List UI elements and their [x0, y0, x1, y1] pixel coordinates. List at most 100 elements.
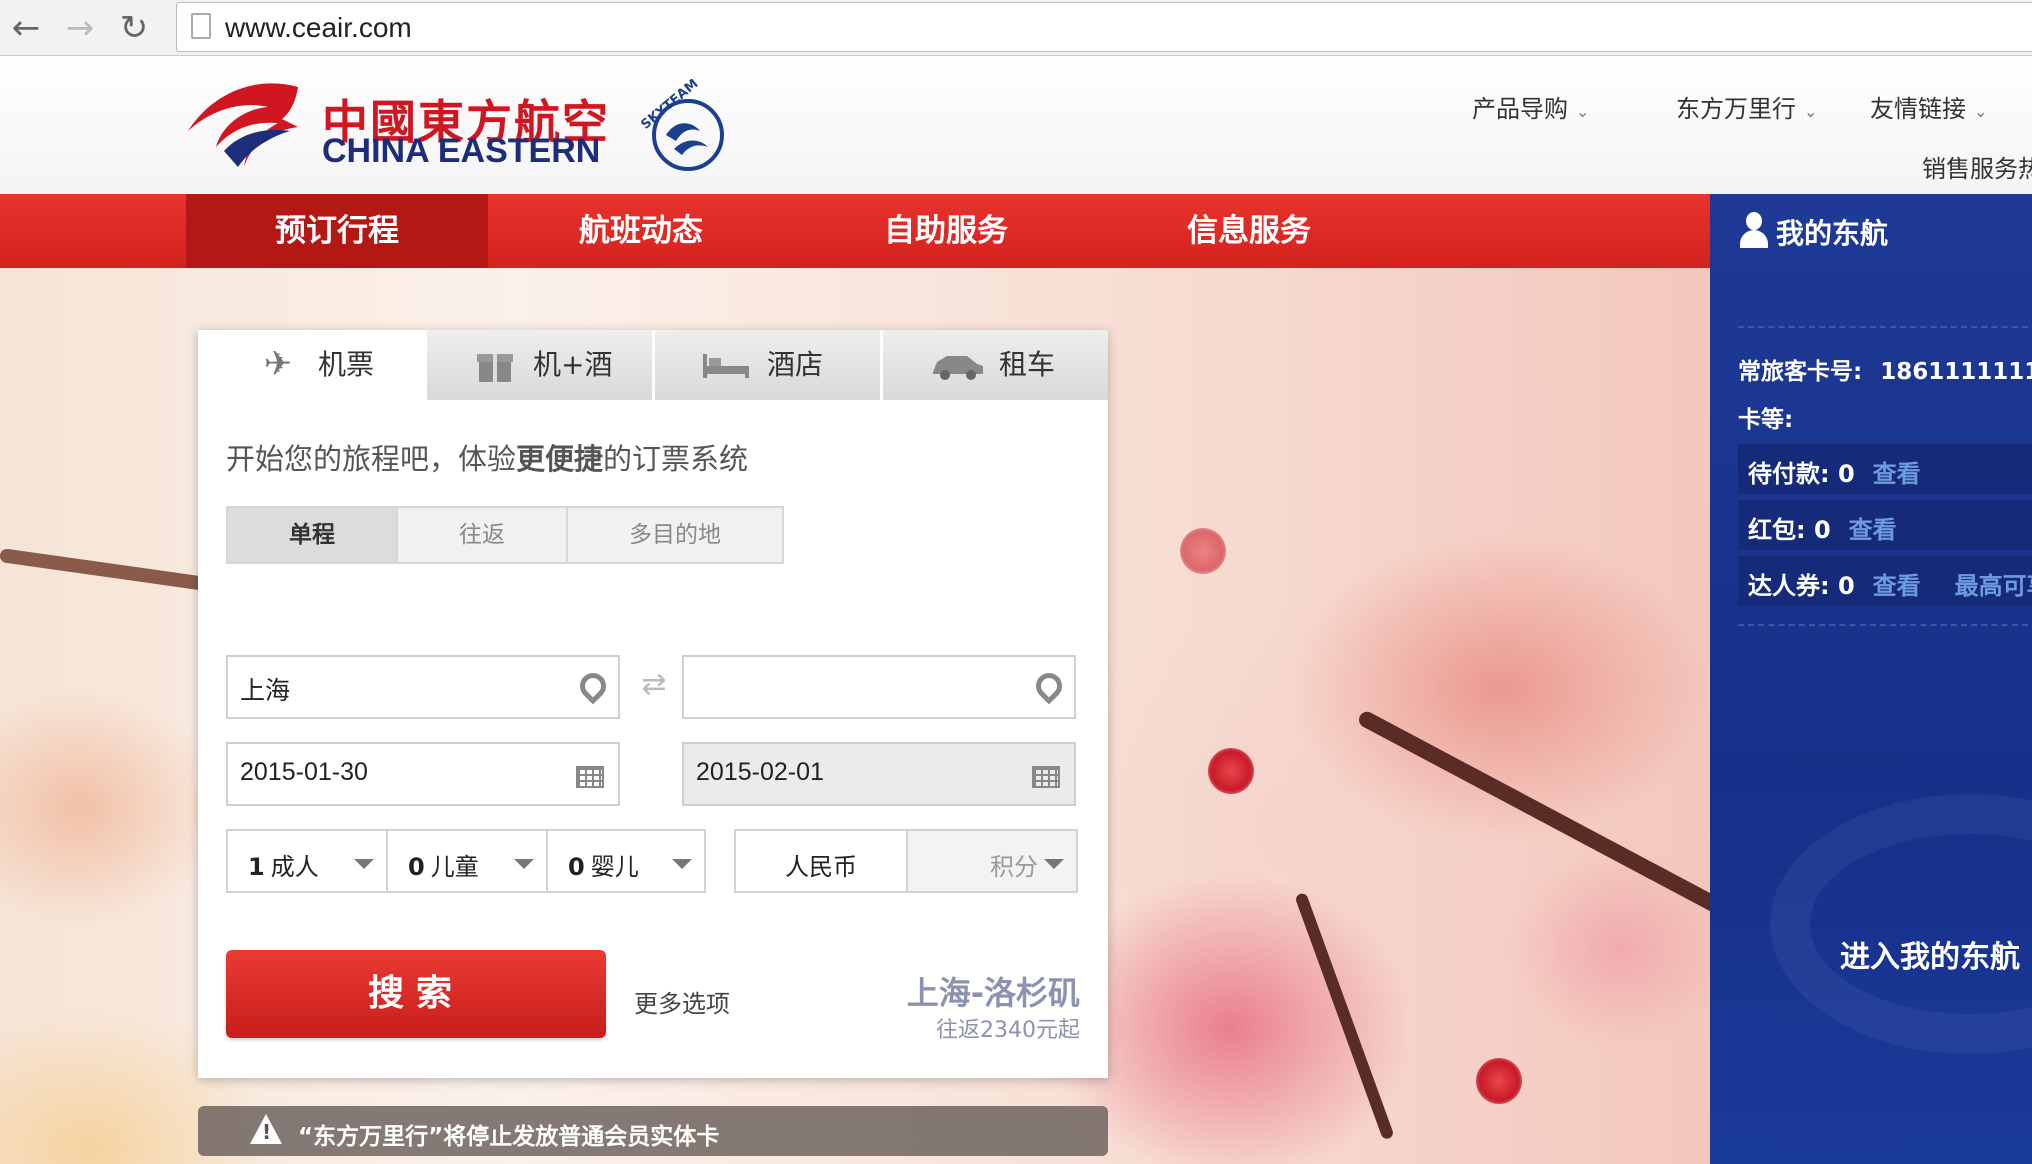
red-packet-text: 红包: 0 查看	[1748, 510, 1897, 545]
top-link-friendly-links[interactable]: 友情链接 ⌄	[1870, 89, 1987, 124]
divider	[1738, 326, 2032, 328]
coupon-count: 0	[1837, 572, 1855, 600]
adults-label: 成人	[270, 853, 319, 881]
car-icon	[929, 344, 983, 384]
adults-count: 1	[248, 853, 265, 881]
url-text: www.ceair.com	[225, 12, 412, 43]
trip-type-selector: 单程 往返 多目的地	[226, 506, 784, 564]
dropdown-arrow-icon	[672, 859, 692, 869]
back-arrow-icon: ←	[11, 8, 41, 48]
location-pin-icon	[574, 667, 612, 705]
tab-flight-hotel[interactable]: 机+酒	[424, 330, 652, 400]
coupon-text: 达人券: 0 查看 最高可享	[1748, 566, 2032, 601]
trip-type-round-trip[interactable]: 往返	[398, 508, 568, 562]
red-packet-label: 红包:	[1748, 516, 1806, 544]
children-value: 0 儿童	[408, 847, 479, 882]
adults-select[interactable]: 1 成人	[226, 829, 388, 893]
infants-select[interactable]: 0 婴儿	[546, 829, 706, 893]
tagline-text: 开始您的旅程吧，体验	[226, 442, 517, 476]
notice-text: “东方万里行”将停止发放普通会员实体卡	[298, 1124, 720, 1150]
booking-tabs: ✈ 机票 机+酒 酒店 租车	[198, 330, 1108, 400]
tab-label: 酒店	[767, 348, 824, 381]
skyteam-text: SKYTEAM	[638, 79, 701, 133]
tab-label: 机票	[318, 348, 375, 381]
browser-toolbar: ← → ↻ www.ceair.com	[0, 0, 2032, 56]
blossom-branch	[1356, 708, 1710, 968]
decorative-swirl	[1770, 794, 2032, 1054]
main-nav: 预订行程 航班动态 自助服务 信息服务	[0, 194, 1710, 268]
pending-payment-text: 待付款: 0 查看	[1748, 454, 1921, 489]
logo-english-text: CHINA EASTERN	[322, 132, 601, 170]
return-date-field[interactable]: 2015-02-01	[682, 742, 1076, 806]
nav-item-self-service[interactable]: 自助服务	[795, 194, 1097, 268]
departure-date-field[interactable]: 2015-01-30	[226, 742, 620, 806]
return-date-value: 2015-02-01	[696, 758, 824, 786]
pending-label: 待付款:	[1748, 460, 1830, 488]
blossom-flower	[1180, 528, 1226, 574]
tagline-bold-text: 更便捷	[516, 442, 604, 476]
infants-value: 0 婴儿	[568, 847, 639, 882]
nav-item-booking[interactable]: 预订行程	[186, 194, 488, 268]
highest-benefit-link[interactable]: 最高可享	[1955, 572, 2032, 600]
divider	[1738, 624, 2032, 626]
tab-hotel[interactable]: 酒店	[652, 330, 880, 400]
enter-my-eastern-link[interactable]: 进入我的东航	[1840, 932, 2020, 976]
reload-button[interactable]: ↻	[112, 8, 156, 48]
card-level-label: 卡等:	[1738, 407, 1794, 433]
nav-item-info-service[interactable]: 信息服务	[1098, 194, 1400, 268]
dropdown-arrow-icon	[514, 859, 534, 869]
booking-tagline: 开始您的旅程吧，体验更便捷的订票系统	[226, 436, 748, 478]
skyteam-logo-icon: SKYTEAM	[638, 79, 724, 171]
page-icon	[191, 13, 211, 39]
china-eastern-swallow-logo-icon[interactable]	[186, 79, 302, 169]
blossom-branch	[0, 548, 219, 593]
children-count: 0	[408, 853, 425, 881]
trip-type-one-way[interactable]: 单程	[228, 508, 398, 562]
coupon-view-link[interactable]: 查看	[1873, 572, 1921, 600]
warning-icon: !	[250, 1114, 282, 1144]
coupon-row: 达人券: 0 查看 最高可享	[1738, 556, 2032, 606]
pending-payment-row: 待付款: 0 查看	[1738, 444, 2032, 494]
promo-route-link[interactable]: 上海-洛杉矶	[907, 968, 1080, 1014]
tab-flights[interactable]: ✈ 机票	[198, 330, 424, 400]
red-packet-row: 红包: 0 查看	[1738, 500, 2032, 550]
origin-city-value: 上海	[240, 677, 291, 705]
top-link-eastern-miles[interactable]: 东方万里行 ⌄	[1676, 89, 1817, 124]
children-label: 儿童	[430, 853, 479, 881]
swap-cities-icon[interactable]: ⇄	[630, 670, 678, 700]
notice-bar[interactable]: ! “东方万里行”将停止发放普通会员实体卡	[198, 1106, 1108, 1156]
destination-city-field[interactable]	[682, 655, 1076, 719]
promo-price-text: 往返2340元起	[936, 1018, 1080, 1043]
trip-type-multi-city[interactable]: 多目的地	[568, 508, 782, 562]
sales-hotline-text: 销售服务热	[1922, 155, 2032, 183]
red-packet-view-link[interactable]: 查看	[1849, 516, 1897, 544]
pending-view-link[interactable]: 查看	[1873, 460, 1921, 488]
tab-label: 租车	[999, 348, 1056, 381]
top-link-products[interactable]: 产品导购 ⌄	[1472, 89, 1589, 124]
site-header: 中國東方航空 CHINA EASTERN SKYTEAM 产品导购 ⌄ 东方万里行…	[0, 57, 2032, 194]
dropdown-arrow-icon	[1044, 859, 1064, 869]
origin-city-field[interactable]: 上海	[226, 655, 620, 719]
back-button[interactable]: ←	[4, 8, 48, 48]
pending-count: 0	[1837, 460, 1855, 488]
more-options-link[interactable]: 更多选项	[634, 984, 730, 1019]
blossom-flower	[1476, 1058, 1522, 1104]
forward-button[interactable]: →	[58, 8, 102, 48]
bed-icon	[701, 344, 749, 384]
dropdown-arrow-icon	[354, 859, 374, 869]
top-link-label: 产品导购	[1472, 95, 1568, 123]
address-bar[interactable]: www.ceair.com	[176, 2, 2032, 52]
member-panel-title[interactable]: 我的东航	[1776, 212, 1888, 252]
points-select[interactable]: 积分	[906, 829, 1078, 893]
location-pin-icon	[1030, 667, 1068, 705]
tab-car-rental[interactable]: 租车	[880, 330, 1108, 400]
nav-item-flight-status[interactable]: 航班动态	[490, 194, 792, 268]
top-link-label: 东方万里行	[1676, 95, 1796, 123]
currency-option-rmb[interactable]: 人民币	[734, 829, 908, 893]
card-number-label: 常旅客卡号:	[1738, 359, 1863, 385]
infants-label: 婴儿	[590, 853, 639, 881]
card-number-row: 常旅客卡号: 18611111111	[1738, 352, 2032, 386]
children-select[interactable]: 0 儿童	[386, 829, 548, 893]
currency-value: 人民币	[785, 853, 857, 881]
search-button[interactable]: 搜索	[226, 950, 606, 1038]
